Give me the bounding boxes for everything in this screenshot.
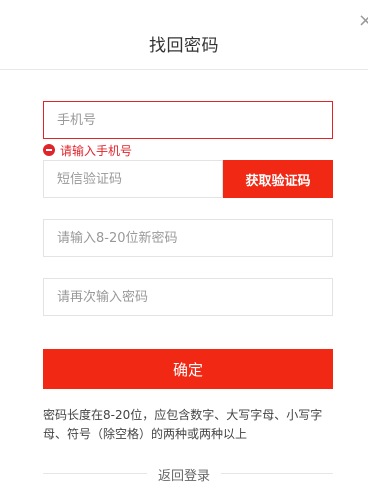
- confirm-password-input[interactable]: [44, 279, 332, 315]
- get-sms-code-button[interactable]: 获取验证码: [223, 160, 333, 198]
- dialog-header: 找回密码: [0, 0, 368, 70]
- sms-code-field: [43, 160, 223, 198]
- new-password-field: [43, 219, 333, 257]
- phone-error-message: 请输入手机号: [43, 142, 132, 158]
- phone-field: [43, 101, 333, 139]
- close-icon[interactable]: ×: [358, 12, 368, 30]
- back-to-login-link[interactable]: 返回登录: [151, 469, 216, 484]
- phone-input[interactable]: [44, 102, 332, 138]
- find-password-dialog: 找回密码 × 请输入手机号 获取验证码 确定 密码长度在8-20位，应包含数字、…: [0, 0, 368, 490]
- confirm-button[interactable]: 确定: [43, 349, 333, 389]
- sms-code-input[interactable]: [44, 161, 222, 197]
- error-icon: [43, 144, 55, 156]
- back-to-login: 返回登录: [0, 465, 368, 484]
- password-hint: 密码长度在8-20位，应包含数字、大写字母、小写字母、符号（除空格）的两种或两种…: [43, 408, 323, 441]
- phone-error-text: 请输入手机号: [60, 143, 133, 158]
- page-title: 找回密码: [149, 36, 219, 56]
- new-password-input[interactable]: [44, 220, 332, 256]
- confirm-password-field: [43, 278, 333, 316]
